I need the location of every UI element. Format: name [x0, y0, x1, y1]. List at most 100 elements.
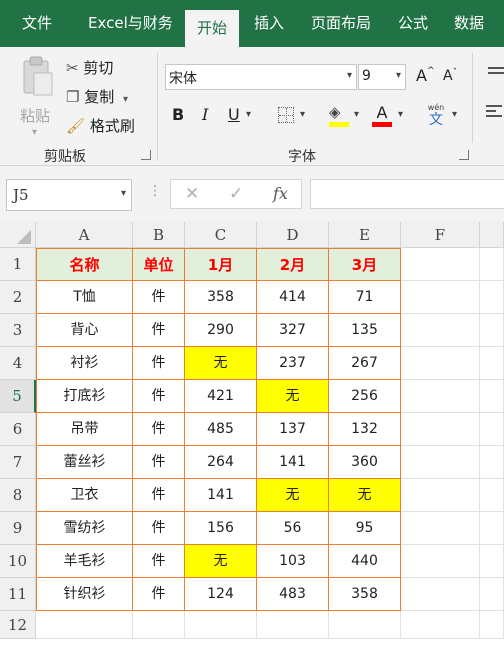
table-cell[interactable]: 件: [133, 347, 185, 380]
row-header-6[interactable]: 6: [0, 413, 36, 446]
table-cell[interactable]: 103: [257, 545, 329, 578]
empty-cell[interactable]: [401, 413, 480, 446]
name-box[interactable]: J5 ▾: [6, 179, 132, 211]
underline-dropdown-icon[interactable]: ▾: [246, 109, 251, 120]
table-cell[interactable]: 71: [329, 281, 401, 314]
table-cell[interactable]: 267: [329, 347, 401, 380]
tab-formulas[interactable]: 公式: [398, 0, 428, 47]
empty-cell[interactable]: [480, 281, 504, 314]
name-box-dropdown-icon[interactable]: ▾: [121, 188, 126, 199]
font-name-dropdown-icon[interactable]: ▾: [347, 70, 352, 81]
grow-font-button[interactable]: A^: [416, 66, 435, 85]
tab-data[interactable]: 数据: [454, 0, 484, 47]
formula-input[interactable]: [310, 179, 504, 209]
tab-file[interactable]: 文件: [22, 0, 52, 47]
column-header-e[interactable]: E: [329, 222, 401, 248]
table-cell[interactable]: 156: [185, 512, 257, 545]
font-size-dropdown-icon[interactable]: ▾: [396, 70, 401, 81]
copy-dropdown-icon[interactable]: ▾: [123, 94, 128, 105]
tab-page-layout[interactable]: 页面布局: [311, 0, 371, 47]
table-cell[interactable]: 256: [329, 380, 401, 413]
table-cell[interactable]: 无: [257, 479, 329, 512]
cancel-icon[interactable]: ✕: [185, 184, 199, 204]
row-header-5[interactable]: 5: [0, 380, 36, 413]
row-header-3[interactable]: 3: [0, 314, 36, 347]
table-cell[interactable]: 雪纺衫: [36, 512, 133, 545]
align-top-icon[interactable]: [488, 67, 504, 77]
column-header-a[interactable]: A: [36, 222, 133, 248]
table-cell[interactable]: 440: [329, 545, 401, 578]
table-cell[interactable]: 421: [185, 380, 257, 413]
underline-button[interactable]: U: [228, 105, 240, 124]
empty-cell[interactable]: [480, 347, 504, 380]
italic-button[interactable]: I: [202, 105, 208, 124]
empty-cell[interactable]: [480, 248, 504, 281]
table-cell[interactable]: 针织衫: [36, 578, 133, 611]
table-cell[interactable]: 141: [257, 446, 329, 479]
phonetic-guide-button[interactable]: wén 文: [424, 103, 448, 129]
empty-cell[interactable]: [329, 611, 401, 639]
column-header-f[interactable]: F: [401, 222, 480, 248]
header-cell[interactable]: 3月: [329, 248, 401, 281]
table-cell[interactable]: 件: [133, 413, 185, 446]
table-cell[interactable]: 件: [133, 380, 185, 413]
table-cell[interactable]: 件: [133, 479, 185, 512]
table-cell[interactable]: 打底衫: [36, 380, 133, 413]
table-cell[interactable]: 件: [133, 314, 185, 347]
empty-cell[interactable]: [257, 611, 329, 639]
row-header-11[interactable]: 11: [0, 578, 36, 611]
empty-cell[interactable]: [401, 479, 480, 512]
empty-cell[interactable]: [480, 446, 504, 479]
table-cell[interactable]: 衬衫: [36, 347, 133, 380]
font-color-button[interactable]: A: [372, 103, 392, 127]
table-cell[interactable]: 414: [257, 281, 329, 314]
table-cell[interactable]: 264: [185, 446, 257, 479]
column-header-d[interactable]: D: [257, 222, 329, 248]
shrink-font-button[interactable]: Aˇ: [443, 68, 457, 84]
table-cell[interactable]: 290: [185, 314, 257, 347]
header-cell[interactable]: 2月: [257, 248, 329, 281]
empty-cell[interactable]: [480, 611, 504, 639]
empty-cell[interactable]: [480, 545, 504, 578]
empty-cell[interactable]: [401, 347, 480, 380]
row-header-12[interactable]: 12: [0, 611, 36, 639]
table-cell[interactable]: 56: [257, 512, 329, 545]
tab-home[interactable]: 开始: [185, 10, 239, 47]
bold-button[interactable]: B: [172, 105, 184, 124]
copy-button[interactable]: ❐ 复制 ▾: [66, 86, 128, 107]
tab-excel-finance[interactable]: Excel与财务: [88, 0, 173, 47]
row-header-7[interactable]: 7: [0, 446, 36, 479]
enter-check-icon[interactable]: ✓: [229, 184, 243, 204]
table-cell[interactable]: 件: [133, 281, 185, 314]
table-cell[interactable]: 137: [257, 413, 329, 446]
clipboard-launcher-icon[interactable]: [141, 150, 151, 160]
row-header-9[interactable]: 9: [0, 512, 36, 545]
table-cell[interactable]: 卫衣: [36, 479, 133, 512]
table-cell[interactable]: 135: [329, 314, 401, 347]
table-cell[interactable]: 无: [257, 380, 329, 413]
empty-cell[interactable]: [185, 611, 257, 639]
format-painter-button[interactable]: 🖌 格式刷: [66, 115, 135, 136]
table-cell[interactable]: 件: [133, 446, 185, 479]
empty-cell[interactable]: [480, 578, 504, 611]
empty-cell[interactable]: [480, 512, 504, 545]
empty-cell[interactable]: [401, 314, 480, 347]
column-header-c[interactable]: C: [185, 222, 257, 248]
table-cell[interactable]: 背心: [36, 314, 133, 347]
font-launcher-icon[interactable]: [459, 150, 469, 160]
table-cell[interactable]: 件: [133, 578, 185, 611]
header-cell[interactable]: 名称: [36, 248, 133, 281]
table-cell[interactable]: 483: [257, 578, 329, 611]
table-cell[interactable]: T恤: [36, 281, 133, 314]
table-cell[interactable]: 124: [185, 578, 257, 611]
table-cell[interactable]: 95: [329, 512, 401, 545]
empty-cell[interactable]: [401, 545, 480, 578]
row-header-8[interactable]: 8: [0, 479, 36, 512]
table-cell[interactable]: 无: [185, 545, 257, 578]
row-header-10[interactable]: 10: [0, 545, 36, 578]
empty-cell[interactable]: [480, 413, 504, 446]
table-cell[interactable]: 羊毛衫: [36, 545, 133, 578]
empty-cell[interactable]: [401, 611, 480, 639]
table-cell[interactable]: 358: [185, 281, 257, 314]
table-cell[interactable]: 237: [257, 347, 329, 380]
